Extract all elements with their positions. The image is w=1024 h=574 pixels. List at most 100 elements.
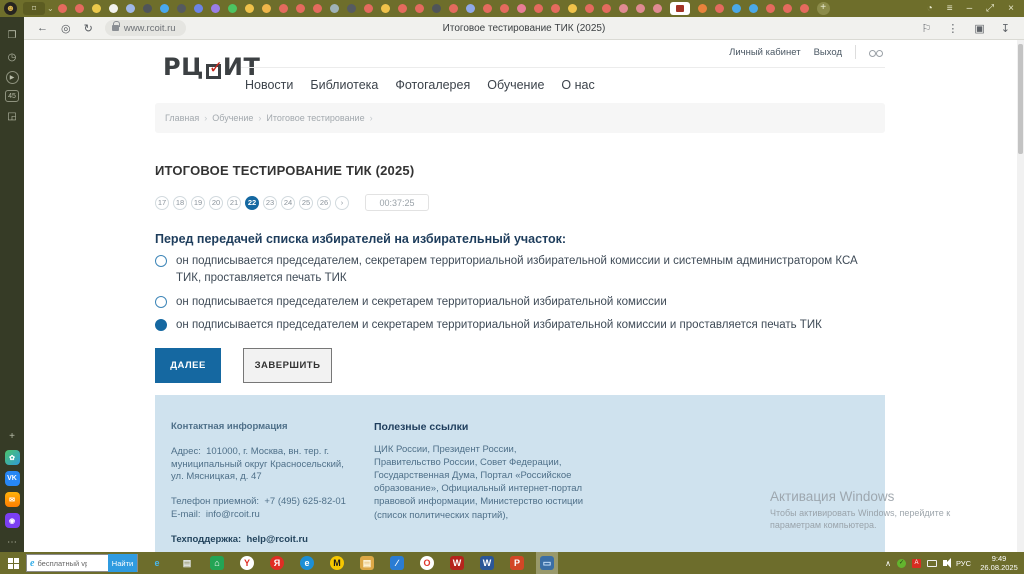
email-link[interactable]: info@rcoit.ru [206,509,260,520]
pager-number[interactable]: 21 [227,195,241,210]
restore-button[interactable]: ⤢ [986,3,994,14]
w-app-icon[interactable]: W [446,552,468,574]
tab-favicon[interactable] [499,4,509,13]
word-icon[interactable]: W [476,552,498,574]
tab-favicon[interactable] [278,4,288,13]
scrollbar-thumb[interactable] [1018,44,1023,154]
tab-favicon[interactable] [244,4,254,13]
tab-favicon[interactable] [227,4,237,13]
tab-favicon[interactable] [74,4,84,13]
antivirus-icon[interactable]: ✓ [896,558,906,568]
logout-link[interactable]: Выход [814,47,842,58]
explorer-icon[interactable]: ▤ [356,552,378,574]
personal-cabinet-link[interactable]: Личный кабинет [729,47,800,58]
tab-favicon[interactable] [363,4,373,13]
tab-search-button[interactable]: ⌑ [23,2,45,15]
footer-link[interactable]: Правительство России [374,457,480,468]
tab-favicon[interactable] [448,4,458,13]
footer-link[interactable]: Президент России [433,444,517,455]
downloads-icon[interactable]: ↧ [1001,22,1010,35]
powerpoint-icon[interactable]: P [506,552,528,574]
close-button[interactable]: × [1008,3,1014,14]
accessibility-icon[interactable] [869,48,883,57]
search-input[interactable] [37,558,88,568]
menu-icon[interactable]: ≡ [947,3,953,14]
radio-button-icon[interactable] [155,295,167,308]
search-find-button[interactable]: Найти [108,554,137,572]
tab-favicon[interactable] [516,4,526,13]
finish-button[interactable]: ЗАВЕРШИТЬ [243,348,332,383]
tab-favicon[interactable] [193,4,203,13]
nav-link[interactable]: Фотогалерея [395,78,470,92]
add-panel-icon[interactable]: + [4,428,20,444]
vk-app-icon[interactable]: VK [4,471,20,486]
breadcrumb-item[interactable]: Главная [165,113,207,123]
tabs-panel-icon[interactable]: ❐ [4,27,20,43]
sync-icon[interactable]: ◔ [927,3,933,14]
tab-favicon[interactable] [125,4,135,13]
tab-favicon[interactable] [533,4,543,13]
tab-favicon[interactable] [414,4,424,13]
history-icon[interactable]: ◷ [4,49,20,65]
tab-favicon[interactable] [601,4,611,13]
answer-option[interactable]: он подписывается председателем, секретар… [155,253,885,288]
tab-favicon[interactable] [584,4,594,13]
url-field[interactable]: www.rcoit.ru [104,20,186,36]
refresh-button[interactable]: ↻ [84,22,93,35]
tab-favicon[interactable] [748,4,758,13]
nav-link[interactable]: Обучение [487,78,544,92]
tray-expand-icon[interactable]: ∧ [885,559,891,568]
acrobat-icon[interactable]: A [911,558,921,568]
pager-number[interactable]: 22 [245,195,259,210]
pager-number[interactable]: 25 [299,195,313,210]
m-app-icon[interactable]: M [326,552,348,574]
tab-favicon[interactable] [550,4,560,13]
ie-icon[interactable]: e [146,552,168,574]
chevron-down-icon[interactable]: ⌄ [47,4,54,13]
video-icon[interactable]: ▶ [5,71,19,84]
tab-favicon[interactable] [799,4,809,13]
network-icon[interactable] [926,559,937,567]
pager-number[interactable]: › [335,195,349,210]
alice-app-icon[interactable]: ◉ [4,513,20,528]
answer-option[interactable]: он подписывается председателем и секрета… [155,294,885,311]
clock[interactable]: 9:49 26.08.2025 [977,554,1021,572]
task-app-icon[interactable]: ▤ [176,552,198,574]
tab-favicon[interactable] [346,4,356,13]
more-apps-icon[interactable]: ⋯ [4,534,20,550]
tab-favicon[interactable] [765,4,775,13]
answer-option[interactable]: он подписывается председателем и секрета… [155,317,885,334]
radio-button-icon[interactable] [155,255,167,267]
opera-icon[interactable]: O [416,552,438,574]
snip-app-icon[interactable]: ∕ [386,552,408,574]
browser-profile-avatar[interactable]: ☻ [4,2,17,15]
page-scrollbar[interactable] [1017,40,1024,552]
edge-icon[interactable]: e [296,552,318,574]
footer-link[interactable]: ЦИК России [374,444,433,455]
next-button[interactable]: ДАЛЕЕ [155,348,221,383]
tab-favicon[interactable] [380,4,390,13]
breadcrumb-item[interactable]: Итоговое тестирование [266,113,372,123]
pager-number[interactable]: 17 [155,195,169,210]
nav-link[interactable]: Библиотека [310,78,378,92]
tab-favicon[interactable] [261,4,271,13]
pager-number[interactable]: 18 [173,195,187,210]
support-email-link[interactable]: help@rcoit.ru [246,534,308,545]
tab-favicon[interactable] [108,4,118,13]
tab-favicon[interactable] [782,4,792,13]
tab-favicon[interactable] [91,4,101,13]
volume-icon[interactable] [942,558,951,568]
screenshot-icon[interactable]: ◲ [4,108,20,124]
browser-home-icon[interactable]: ◎ [61,22,71,35]
remote-desktop-icon[interactable]: ▭ [536,552,558,574]
tab-favicon[interactable] [159,4,169,13]
radio-button-icon[interactable] [155,318,167,331]
tab-favicon[interactable] [731,4,741,13]
tab-favicon[interactable] [669,2,690,15]
pager-number[interactable]: 19 [191,195,205,210]
yandex-browser-icon[interactable]: Y [236,552,258,574]
downloads-badge-icon[interactable]: 45 [5,90,19,102]
pager-number[interactable]: 23 [263,195,277,210]
photos-app-icon[interactable]: ✿ [4,450,20,465]
new-tab-button[interactable]: + [816,2,830,15]
